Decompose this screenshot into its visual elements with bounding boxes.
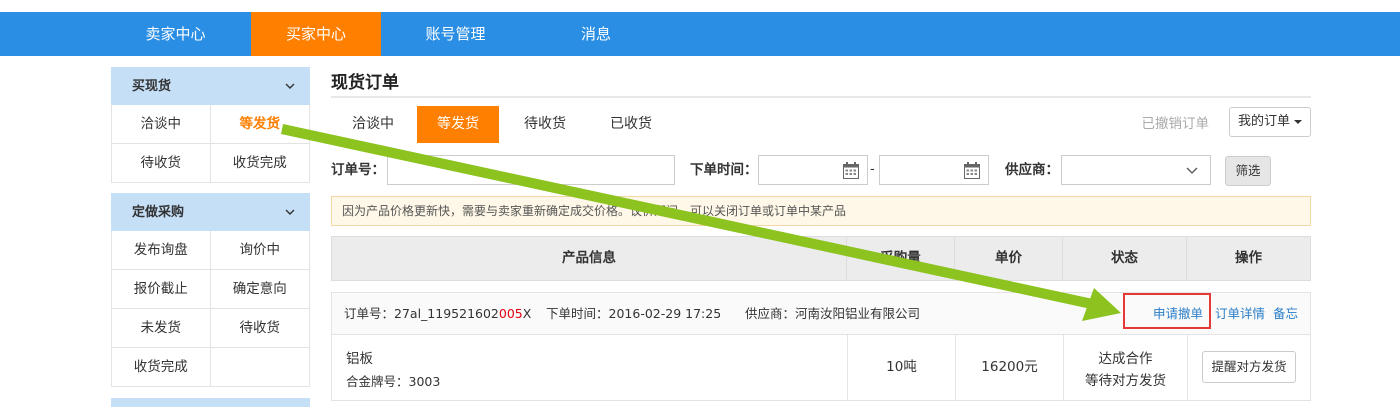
col-unit-price: 单价 [955, 237, 1063, 280]
order-no-input[interactable] [387, 155, 675, 185]
order-header-row: 订单号：27al_119521602005X 下单时间：2016-02-29 1… [331, 292, 1311, 335]
product-grade: 合金牌号：3003 [346, 374, 441, 389]
sidebar-empty-cell [211, 348, 310, 386]
sidebar-item-awaiting-receipt[interactable]: 待收货 [112, 144, 211, 182]
table-row: 铝板 合金牌号：3003 10吨 16200元 达成合作 等待对方发货 提醒对方… [331, 335, 1311, 401]
price-notice-banner: 因为产品价格更新快，需要与卖家重新确定成交价格。议价期间，可以关闭订单或订单中某… [331, 196, 1311, 226]
calendar-icon[interactable] [964, 162, 980, 179]
main-content: 现货订单 洽谈中 等发货 待收货 已收货 已撤销订单 我的订单 订单号： 下单时… [331, 70, 1311, 401]
sidebar-group-custom-purchase[interactable]: 定做采购 [111, 193, 310, 231]
caret-down-icon [1294, 119, 1302, 124]
action-cell: 提醒对方发货 [1188, 335, 1310, 400]
memo-link[interactable]: 备忘 [1273, 293, 1298, 334]
product-name: 铝板 [346, 351, 373, 367]
sidebar-item-publish-inquiry[interactable]: 发布询盘 [112, 231, 211, 269]
title-divider [331, 96, 1311, 98]
chevron-down-icon [285, 209, 295, 215]
sidebar-group-collapsed[interactable] [111, 398, 310, 407]
nav-messages[interactable]: 消息 [560, 12, 632, 56]
order-time: 下单时间：2016-02-29 17:25 [546, 306, 722, 321]
col-quantity: 采购量 [847, 237, 955, 280]
sidebar-item-inquiring[interactable]: 询价中 [211, 231, 310, 269]
col-actions: 操作 [1235, 250, 1262, 266]
nav-buyer-center[interactable]: 买家中心 [251, 12, 381, 56]
sidebar-item-negotiating[interactable]: 洽谈中 [112, 105, 211, 143]
sidebar-group-title: 定做采购 [132, 205, 185, 220]
page-title: 现货订单 [331, 73, 399, 93]
end-date-input[interactable] [879, 155, 989, 185]
col-status: 状态 [1063, 237, 1187, 280]
order-number-highlight: 005 [498, 306, 523, 321]
request-cancel-link[interactable]: 申请撤单 [1153, 293, 1203, 334]
my-orders-dropdown[interactable]: 我的订单 [1229, 107, 1311, 137]
product-info-cell: 铝板 合金牌号：3003 [332, 335, 848, 400]
sidebar-item-awaiting-shipment[interactable]: 等发货 [211, 105, 310, 143]
table-header: 产品信息 采购量 单价 状态 操作 [331, 236, 1311, 281]
sidebar-group-spot-purchase[interactable]: 买现货 [111, 67, 310, 105]
order-time-label: 下单时间： [690, 162, 758, 178]
sidebar-item-confirm-intent[interactable]: 确定意向 [211, 270, 310, 308]
remind-ship-button[interactable]: 提醒对方发货 [1202, 351, 1296, 383]
tab-negotiating[interactable]: 洽谈中 [331, 106, 415, 143]
status-line-1: 达成合作 [1098, 351, 1153, 367]
order-number: 订单号：27al_119521602005X [344, 306, 532, 321]
date-range-separator: - [870, 162, 875, 177]
supplier-select[interactable] [1061, 155, 1211, 185]
supplier-label: 供应商： [1005, 162, 1059, 178]
quantity-cell: 10吨 [848, 335, 956, 400]
tab-awaiting-receipt[interactable]: 待收货 [503, 106, 587, 143]
sidebar-item-received[interactable]: 收货完成 [211, 144, 310, 182]
filter-bar: 订单号： 下单时间： - 供应商： 筛选 [331, 155, 1311, 186]
order-supplier: 供应商：河南汝阳铝业有限公司 [745, 306, 921, 321]
sidebar-item-not-shipped[interactable]: 未发货 [112, 309, 211, 347]
start-date-input[interactable] [758, 155, 868, 185]
order-no-label: 订单号： [331, 162, 385, 178]
chevron-down-icon [1186, 167, 1198, 174]
calendar-icon[interactable] [843, 162, 859, 179]
filter-button[interactable]: 筛选 [1225, 156, 1271, 186]
order-tabs: 洽谈中 等发货 待收货 已收货 已撤销订单 我的订单 [331, 106, 1311, 143]
chevron-down-icon [285, 83, 295, 89]
status-cell: 达成合作 等待对方发货 [1064, 335, 1188, 400]
sidebar-item-received-2[interactable]: 收货完成 [112, 348, 211, 386]
sidebar-item-awaiting-receipt-2[interactable]: 待收货 [211, 309, 310, 347]
tab-received[interactable]: 已收货 [589, 106, 673, 143]
sidebar-group-title: 买现货 [132, 79, 172, 94]
col-product-info: 产品信息 [332, 237, 847, 280]
revoked-orders-link[interactable]: 已撤销订单 [1142, 106, 1210, 143]
nav-seller-center[interactable]: 卖家中心 [120, 12, 231, 56]
top-navigation-bar: 卖家中心 买家中心 账号管理 消息 [0, 12, 1400, 56]
price-cell: 16200元 [956, 335, 1064, 400]
sidebar: 买现货 洽谈中 等发货 待收货 收货完成 定做采购 发布询盘 询价中 报价截止 … [111, 67, 310, 407]
my-orders-label: 我的订单 [1237, 114, 1290, 129]
nav-account-management[interactable]: 账号管理 [400, 12, 511, 56]
order-detail-link[interactable]: 订单详情 [1215, 293, 1265, 334]
sidebar-item-quote-closed[interactable]: 报价截止 [112, 270, 211, 308]
tab-awaiting-shipment[interactable]: 等发货 [417, 106, 499, 143]
status-line-2: 等待对方发货 [1085, 373, 1166, 389]
